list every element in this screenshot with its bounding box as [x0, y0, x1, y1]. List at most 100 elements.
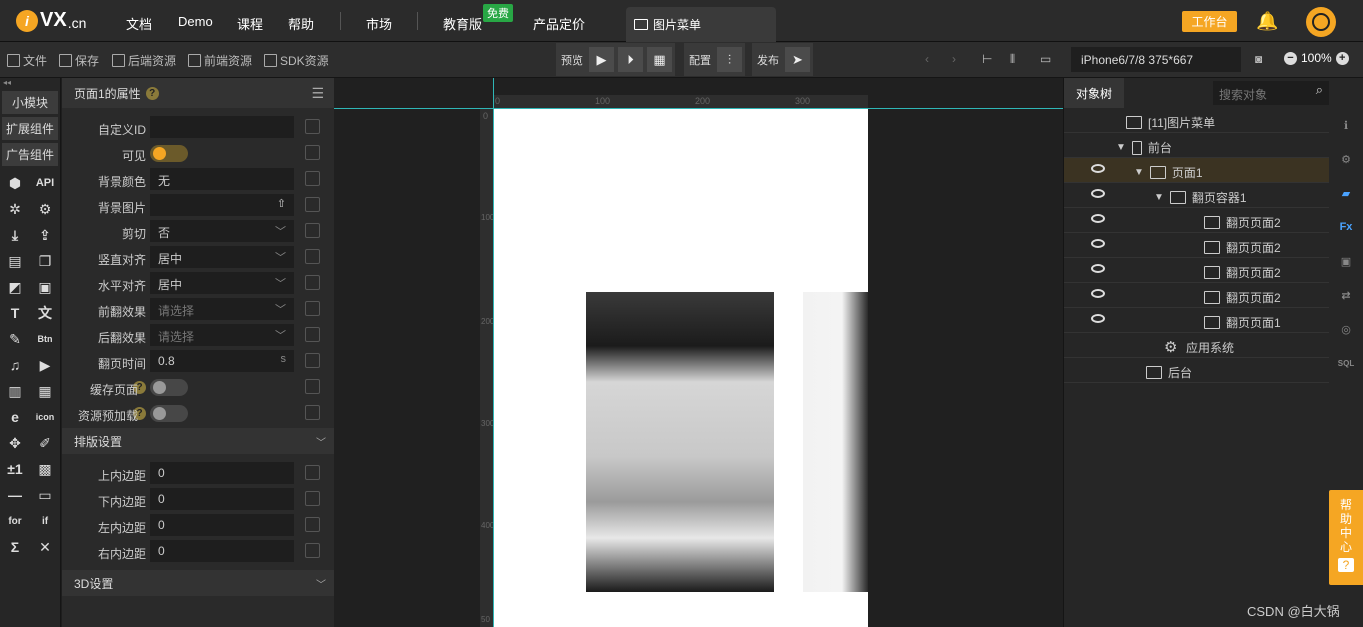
qrcode-icon[interactable]: ▦: [647, 47, 672, 72]
zoom-out-icon[interactable]: −: [1284, 51, 1297, 65]
layout-section[interactable]: 排版设置 ﹀: [62, 428, 334, 454]
eye-icon[interactable]: [1091, 214, 1105, 223]
logo[interactable]: i VX .cn: [16, 9, 86, 32]
copy-icon[interactable]: [305, 197, 320, 212]
module-icon[interactable]: ▣: [1329, 244, 1363, 278]
puzzle-icon[interactable]: ✥: [4, 435, 26, 452]
copy-icon[interactable]: [305, 353, 320, 368]
toggle-switch[interactable]: [150, 145, 188, 162]
padding-input[interactable]: 0: [150, 488, 294, 510]
api-icon[interactable]: API: [34, 177, 56, 189]
property-input[interactable]: 0.8 s: [150, 350, 294, 372]
sql-icon[interactable]: SQL: [1329, 346, 1363, 380]
copy-icon[interactable]: [305, 465, 320, 480]
bell-icon[interactable]: 🔔: [1256, 11, 1278, 32]
send-icon[interactable]: ➤: [785, 47, 810, 72]
padding-input[interactable]: 0: [150, 462, 294, 484]
nav-help[interactable]: 帮助: [288, 14, 314, 33]
tab-ad-components[interactable]: 广告组件: [2, 143, 58, 166]
back-icon[interactable]: ‹: [925, 52, 929, 66]
copy-icon[interactable]: [305, 119, 320, 134]
design-canvas[interactable]: 0 100 200 300 0 100 200 300 400 50: [334, 78, 1063, 627]
function-icon[interactable]: Fx: [1329, 210, 1363, 244]
text-icon[interactable]: T: [4, 305, 26, 321]
tree-node[interactable]: 翻页页面2: [1064, 258, 1329, 283]
form-icon[interactable]: ▤: [4, 253, 26, 270]
video-icon[interactable]: ▶: [34, 357, 56, 374]
copy-icon[interactable]: [305, 517, 320, 532]
page-artboard[interactable]: [494, 109, 868, 627]
nav-education[interactable]: 教育版: [443, 14, 482, 33]
settings-icon[interactable]: ⚙: [1329, 142, 1363, 176]
for-loop-icon[interactable]: for: [4, 516, 26, 527]
music-icon[interactable]: ♫: [4, 357, 26, 373]
search-icon[interactable]: ⌕: [1316, 82, 1323, 98]
tree-node[interactable]: 翻页页面1: [1064, 308, 1329, 333]
swap-icon[interactable]: ⇄: [1329, 278, 1363, 312]
info-icon[interactable]: ℹ: [1329, 108, 1363, 142]
nav-docs[interactable]: 文档: [126, 14, 152, 33]
textarea-icon[interactable]: ▥: [4, 383, 26, 400]
eye-icon[interactable]: [1091, 239, 1105, 248]
copy-icon[interactable]: [305, 301, 320, 316]
nav-pricing[interactable]: 产品定价: [533, 14, 585, 33]
comment-icon[interactable]: ▰: [1329, 176, 1363, 210]
counter-icon[interactable]: ±1: [4, 461, 26, 477]
save-button[interactable]: 保存: [59, 52, 99, 69]
portrait-image-man[interactable]: [586, 292, 774, 592]
device-icon[interactable]: ▭: [1040, 52, 1051, 66]
export-icon[interactable]: ⇪: [34, 227, 56, 244]
forward-icon[interactable]: ›: [952, 52, 956, 66]
tab-extension-components[interactable]: 扩展组件: [2, 117, 58, 140]
help-icon[interactable]: ?: [145, 86, 159, 100]
distribute-icon[interactable]: ⫴: [1010, 52, 1015, 67]
tree-node[interactable]: 后台: [1064, 358, 1329, 383]
copy-icon[interactable]: [305, 327, 320, 342]
edit-icon[interactable]: ✎: [4, 331, 26, 348]
line-icon[interactable]: —: [4, 487, 26, 503]
nav-courses[interactable]: 课程: [237, 14, 263, 33]
download-icon[interactable]: ⤓: [4, 227, 26, 244]
image-icon[interactable]: ▣: [34, 279, 56, 296]
eye-icon[interactable]: [1091, 289, 1105, 298]
close-box-icon[interactable]: ✕: [34, 539, 56, 556]
tree-node[interactable]: ▼ 前台: [1064, 133, 1329, 158]
padding-input[interactable]: 0: [150, 514, 294, 536]
menu-icon[interactable]: ☰: [311, 85, 324, 102]
step-play-icon[interactable]: ⏵: [618, 47, 643, 72]
tree-node[interactable]: ▼ 页面1: [1064, 158, 1329, 183]
sliders-icon[interactable]: ⫶: [717, 47, 742, 72]
copy-icon[interactable]: [305, 275, 320, 290]
file-button[interactable]: 文件: [7, 52, 47, 69]
eye-icon[interactable]: [1091, 314, 1105, 323]
collapse-icon[interactable]: ◂◂: [0, 78, 60, 88]
target-icon[interactable]: ◎: [1329, 312, 1363, 346]
network-icon[interactable]: ✲: [4, 201, 26, 218]
formula-icon[interactable]: Σ: [4, 539, 26, 555]
tree-node[interactable]: 翻页页面2: [1064, 283, 1329, 308]
toggle-switch[interactable]: [150, 405, 188, 422]
nav-demo[interactable]: Demo: [178, 14, 213, 29]
play-icon[interactable]: ▶: [589, 47, 614, 72]
screenshot-icon[interactable]: ◙: [1255, 52, 1262, 66]
expand-icon[interactable]: ▼: [1116, 142, 1126, 153]
property-select[interactable]: 请选择 ﹀: [150, 298, 294, 320]
cube-icon[interactable]: ⬢: [4, 175, 26, 192]
expand-icon[interactable]: ▼: [1134, 167, 1144, 178]
tree-node[interactable]: ▼ 翻页容器1: [1064, 183, 1329, 208]
property-input[interactable]: [150, 116, 294, 138]
copy-icon[interactable]: [305, 379, 320, 394]
help-center-button[interactable]: 帮 助 中 心 ?: [1329, 490, 1363, 585]
property-input[interactable]: ⇧: [150, 194, 294, 216]
property-select[interactable]: 居中 ﹀: [150, 246, 294, 268]
backend-resources-button[interactable]: 后端资源: [112, 52, 176, 69]
property-input[interactable]: 无: [150, 168, 294, 190]
copy-icon[interactable]: [305, 223, 320, 238]
device-select[interactable]: iPhone6/7/8 375*667: [1071, 47, 1241, 72]
button-icon[interactable]: Btn: [34, 334, 56, 344]
qr-icon[interactable]: ▩: [34, 461, 56, 478]
nav-market[interactable]: 市场: [366, 14, 392, 33]
3d-section[interactable]: 3D设置 ﹀: [62, 570, 334, 596]
pen-icon[interactable]: ✐: [34, 435, 56, 452]
tree-node[interactable]: 翻页页面2: [1064, 233, 1329, 258]
